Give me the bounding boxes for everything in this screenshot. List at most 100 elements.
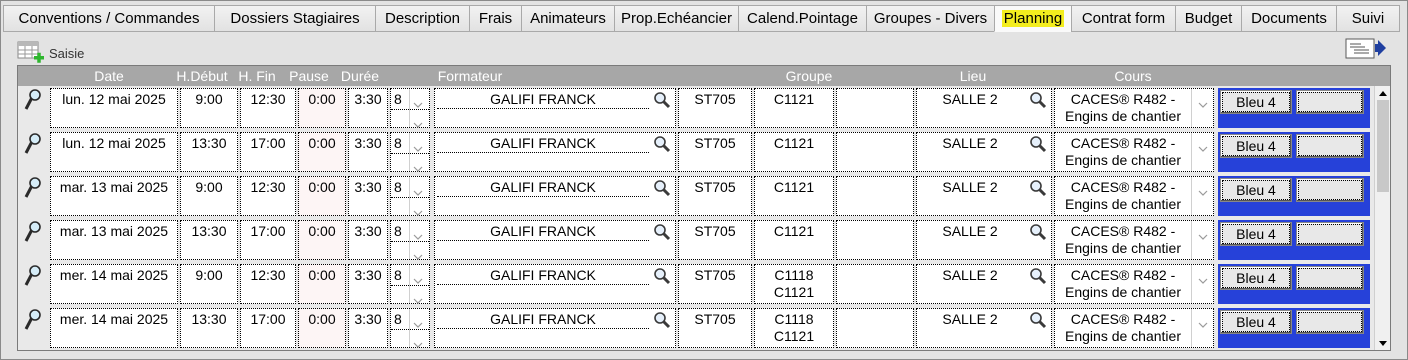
- chevron-down-icon[interactable]: [1198, 272, 1208, 284]
- groupe-cell[interactable]: C1118 C1121: [754, 308, 834, 348]
- salle-code-cell[interactable]: ST705: [678, 88, 752, 128]
- search-icon[interactable]: [1029, 179, 1047, 197]
- date-cell[interactable]: mar. 13 mai 2025: [50, 176, 178, 216]
- tab-animateurs[interactable]: Animateurs: [521, 5, 615, 32]
- chevron-down-icon[interactable]: [413, 204, 423, 216]
- date-cell[interactable]: lun. 12 mai 2025: [50, 132, 178, 172]
- cours-combo[interactable]: CACES® R482 - Engins de chantier: [1054, 176, 1214, 216]
- h-debut-cell[interactable]: 13:30: [180, 220, 238, 260]
- code-combo[interactable]: 8: [390, 220, 430, 260]
- groupe-extra-cell[interactable]: [836, 176, 914, 216]
- h-debut-cell[interactable]: 9:00: [180, 264, 238, 304]
- chevron-down-icon[interactable]: [413, 228, 423, 240]
- header-cours[interactable]: Cours: [1108, 66, 1158, 86]
- formateur-cell[interactable]: GALIFI FRANCK: [434, 308, 676, 348]
- search-icon[interactable]: [1029, 135, 1047, 153]
- duree-cell[interactable]: 3:30: [348, 176, 388, 216]
- chevron-down-icon[interactable]: [413, 336, 423, 348]
- search-icon[interactable]: [653, 179, 671, 197]
- bleu-button[interactable]: Bleu 4: [1220, 90, 1292, 114]
- chevron-down-icon[interactable]: [1198, 228, 1208, 240]
- tab-groupes-divers[interactable]: Groupes - Divers: [866, 5, 995, 32]
- salle-code-cell[interactable]: ST705: [678, 220, 752, 260]
- chevron-down-icon[interactable]: [413, 96, 423, 108]
- tab-prop-echeancier[interactable]: Prop.Echéancier: [614, 5, 739, 32]
- search-icon[interactable]: [653, 223, 671, 241]
- lieu-cell[interactable]: SALLE 2: [916, 220, 1052, 260]
- header-date[interactable]: Date: [78, 66, 140, 86]
- date-cell[interactable]: mar. 13 mai 2025: [50, 220, 178, 260]
- chevron-down-icon[interactable]: [1198, 96, 1208, 108]
- formateur-cell[interactable]: GALIFI FRANCK: [434, 220, 676, 260]
- blank-button[interactable]: [1296, 178, 1364, 202]
- bleu-button[interactable]: Bleu 4: [1220, 134, 1292, 158]
- scroll-up-arrow-icon[interactable]: [1375, 86, 1391, 100]
- blank-button[interactable]: [1296, 90, 1364, 114]
- header-h-fin[interactable]: H. Fin: [232, 66, 282, 86]
- chevron-down-icon[interactable]: [413, 184, 423, 196]
- formateur-cell[interactable]: GALIFI FRANCK: [434, 264, 676, 304]
- header-groupe[interactable]: Groupe: [774, 66, 844, 86]
- h-fin-cell[interactable]: 12:30: [240, 176, 296, 216]
- blank-button[interactable]: [1296, 266, 1364, 290]
- chevron-down-icon[interactable]: [413, 140, 423, 152]
- duree-cell[interactable]: 3:30: [348, 308, 388, 348]
- cours-dropdown-button[interactable]: [1191, 177, 1213, 215]
- date-cell[interactable]: mer. 14 mai 2025: [50, 264, 178, 304]
- pause-cell[interactable]: 0:00: [298, 88, 346, 128]
- duree-cell[interactable]: 3:30: [348, 264, 388, 304]
- header-lieu[interactable]: Lieu: [948, 66, 998, 86]
- row-detail-zoom-icon[interactable]: [24, 133, 42, 155]
- table-row[interactable]: mar. 13 mai 2025 13:30 17:00 0:00 3:30 8…: [18, 218, 1374, 262]
- cours-dropdown-button[interactable]: [1191, 309, 1213, 347]
- cours-combo[interactable]: CACES® R482 - Engins de chantier: [1054, 264, 1214, 304]
- row-detail-zoom-icon[interactable]: [24, 265, 42, 287]
- row-detail-zoom-icon[interactable]: [24, 309, 42, 331]
- groupe-cell[interactable]: C1121: [754, 220, 834, 260]
- code-combo[interactable]: 8: [390, 132, 430, 172]
- chevron-down-icon[interactable]: [413, 292, 423, 304]
- h-fin-cell[interactable]: 17:00: [240, 220, 296, 260]
- tab-suivi[interactable]: Suivi: [1336, 5, 1400, 32]
- cours-combo[interactable]: CACES® R482 - Engins de chantier: [1054, 220, 1214, 260]
- pause-cell[interactable]: 0:00: [298, 132, 346, 172]
- header-formateur[interactable]: Formateur: [430, 66, 510, 86]
- search-icon[interactable]: [1029, 267, 1047, 285]
- pause-cell[interactable]: 0:00: [298, 308, 346, 348]
- cours-dropdown-button[interactable]: [1191, 89, 1213, 127]
- tab-budget[interactable]: Budget: [1175, 5, 1242, 32]
- row-detail-zoom-icon[interactable]: [24, 89, 42, 111]
- pause-cell[interactable]: 0:00: [298, 220, 346, 260]
- groupe-extra-cell[interactable]: [836, 308, 914, 348]
- bleu-button[interactable]: Bleu 4: [1220, 266, 1292, 290]
- lieu-cell[interactable]: SALLE 2: [916, 176, 1052, 216]
- blank-button[interactable]: [1296, 134, 1364, 158]
- search-icon[interactable]: [653, 135, 671, 153]
- chevron-down-icon[interactable]: [1198, 140, 1208, 152]
- h-debut-cell[interactable]: 9:00: [180, 88, 238, 128]
- table-row[interactable]: mar. 13 mai 2025 9:00 12:30 0:00 3:30 8 …: [18, 174, 1374, 218]
- search-icon[interactable]: [653, 91, 671, 109]
- search-icon[interactable]: [1029, 223, 1047, 241]
- header-duree[interactable]: Durée: [336, 66, 384, 86]
- scroll-down-arrow-icon[interactable]: [1375, 336, 1391, 350]
- tab-calend-pointage[interactable]: Calend.Pointage: [738, 5, 867, 32]
- bleu-button[interactable]: Bleu 4: [1220, 310, 1292, 334]
- search-icon[interactable]: [1029, 91, 1047, 109]
- lieu-cell[interactable]: SALLE 2: [916, 132, 1052, 172]
- search-icon[interactable]: [1029, 311, 1047, 329]
- h-fin-cell[interactable]: 17:00: [240, 132, 296, 172]
- duree-cell[interactable]: 3:30: [348, 220, 388, 260]
- h-fin-cell[interactable]: 17:00: [240, 308, 296, 348]
- chevron-down-icon[interactable]: [413, 160, 423, 172]
- lieu-cell[interactable]: SALLE 2: [916, 264, 1052, 304]
- search-icon[interactable]: [653, 311, 671, 329]
- blank-button[interactable]: [1296, 310, 1364, 334]
- vertical-scrollbar[interactable]: [1374, 86, 1390, 350]
- date-cell[interactable]: mer. 14 mai 2025: [50, 308, 178, 348]
- code-combo[interactable]: 8: [390, 88, 430, 128]
- chevron-down-icon[interactable]: [413, 316, 423, 328]
- formateur-cell[interactable]: GALIFI FRANCK: [434, 132, 676, 172]
- tab-description[interactable]: Description: [375, 5, 470, 32]
- row-detail-zoom-icon[interactable]: [24, 221, 42, 243]
